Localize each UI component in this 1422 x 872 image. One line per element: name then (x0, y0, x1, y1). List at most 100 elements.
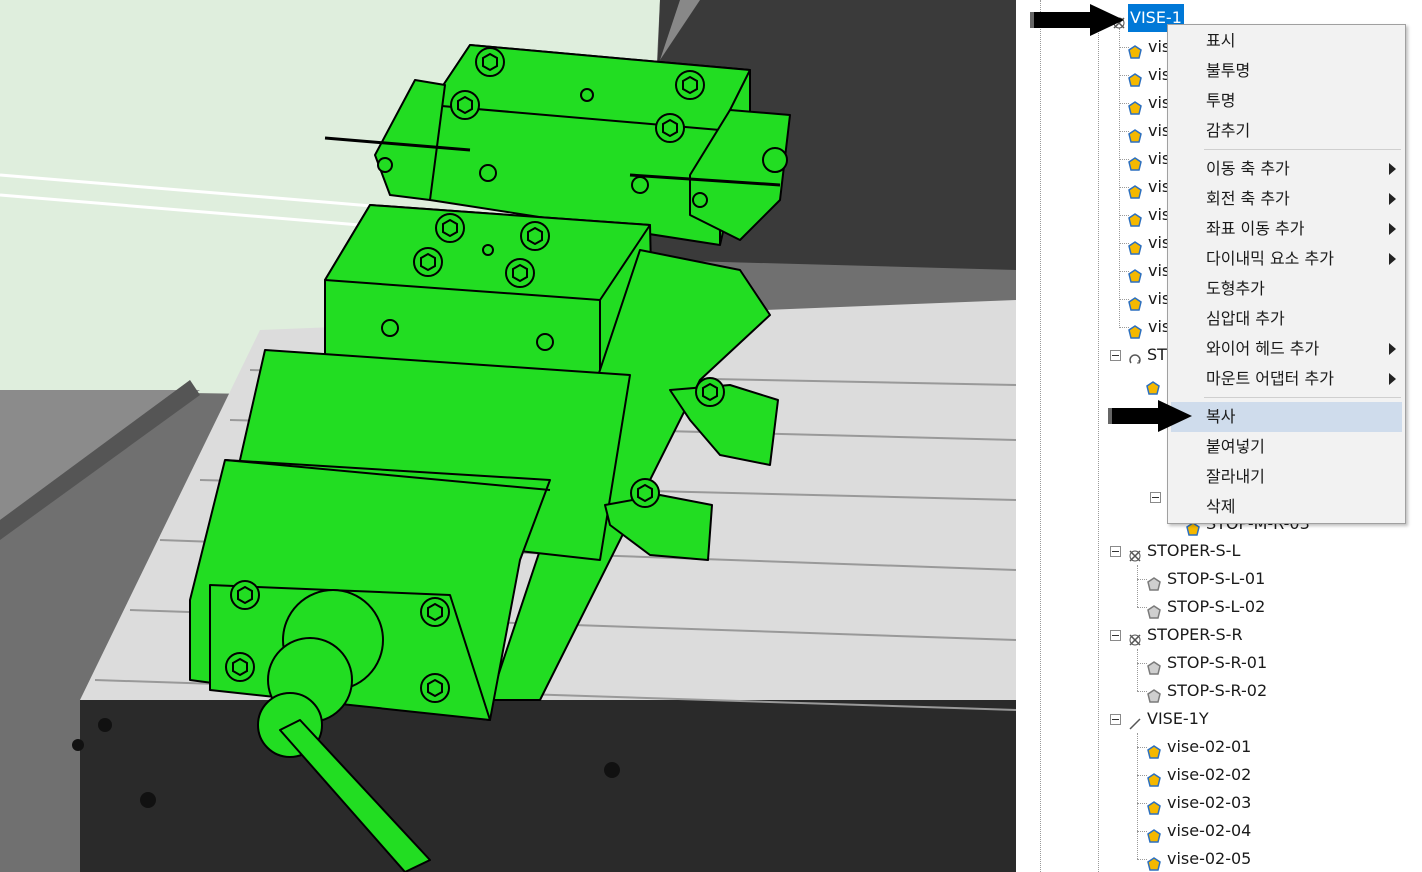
menu-item[interactable]: 불투명 (1171, 56, 1402, 86)
part-icon (1147, 768, 1161, 787)
part-icon (1128, 208, 1142, 227)
part-icon (1128, 96, 1142, 115)
menu-separator (1204, 397, 1401, 398)
tree-node-group-label: VISE-1Y (1147, 709, 1209, 728)
menu-item-label: 좌표 이동 추가 (1206, 219, 1305, 238)
tree-node-group[interactable]: STOPER-S-L (1110, 537, 1310, 565)
part-icon (1147, 656, 1161, 675)
menu-item-label: 감추기 (1206, 121, 1251, 140)
tree-connector (1137, 733, 1138, 859)
tree-node-part[interactable]: vise-02-01 (1147, 733, 1347, 761)
menu-item-label: 투명 (1206, 91, 1236, 110)
tree-node-label: vise-02-01 (1167, 737, 1252, 756)
submenu-arrow-icon (1389, 223, 1396, 235)
collapse-toggle[interactable] (1110, 630, 1121, 641)
tree-connector (1137, 691, 1147, 692)
pointer-arrow-icon (1108, 400, 1192, 432)
menu-item[interactable]: 복사 (1171, 402, 1402, 432)
assembly-link-icon (1128, 628, 1142, 646)
menu-item-label: 심압대 추가 (1206, 309, 1285, 328)
part-icon (1147, 600, 1161, 619)
part-icon (1146, 376, 1160, 395)
collapse-toggle[interactable] (1150, 492, 1161, 503)
menu-item-label: 마운트 어댑터 추가 (1206, 369, 1334, 388)
tree-node-group[interactable]: VISE-1Y (1110, 705, 1310, 733)
tree-node-part[interactable]: vise-02-05 (1147, 845, 1347, 872)
pointer-arrow-icon (1030, 4, 1124, 36)
part-icon (1128, 264, 1142, 283)
menu-item-label: 불투명 (1206, 61, 1251, 80)
menu-item[interactable]: 회전 축 추가 (1171, 184, 1402, 214)
tree-node-part[interactable]: vise-02-03 (1147, 789, 1347, 817)
submenu-arrow-icon (1389, 253, 1396, 265)
tree-connector (1119, 28, 1120, 328)
tree-node-label: vise-02-05 (1167, 849, 1252, 868)
menu-item[interactable]: 좌표 이동 추가 (1171, 214, 1402, 244)
tree-connector (1137, 579, 1147, 580)
tree-node-part[interactable]: vise-02-02 (1147, 761, 1347, 789)
collapse-toggle[interactable] (1110, 546, 1121, 557)
tree-node-label: STOP-S-L-01 (1167, 569, 1266, 588)
tree-node-group-label: STOPER-S-R (1147, 625, 1243, 644)
tree-node-label: vise-02-04 (1167, 821, 1252, 840)
part-icon (1147, 852, 1161, 871)
menu-item[interactable]: 다이내믹 요소 추가 (1171, 244, 1402, 274)
tree-connector (1137, 565, 1138, 607)
submenu-arrow-icon (1389, 373, 1396, 385)
submenu-arrow-icon (1389, 163, 1396, 175)
part-icon (1147, 572, 1161, 591)
tree-connector (1137, 747, 1147, 748)
menu-item[interactable]: 삭제 (1171, 492, 1402, 522)
part-icon (1128, 180, 1142, 199)
menu-item-label: 잘라내기 (1206, 467, 1265, 486)
menu-item[interactable]: 감추기 (1171, 116, 1402, 146)
collapse-toggle[interactable] (1110, 714, 1121, 725)
menu-item[interactable]: 심압대 추가 (1171, 304, 1402, 334)
menu-separator (1204, 149, 1401, 150)
menu-item[interactable]: 도형추가 (1171, 274, 1402, 304)
menu-item[interactable]: 와이어 헤드 추가 (1171, 334, 1402, 364)
menu-item[interactable]: 마운트 어댑터 추가 (1171, 364, 1402, 394)
tree-node-label: STOP-S-R-02 (1167, 681, 1268, 700)
menu-item-label: 회전 축 추가 (1206, 189, 1290, 208)
collapse-toggle[interactable] (1110, 350, 1121, 361)
tree-connector (1137, 803, 1147, 804)
menu-item-label: 표시 (1206, 31, 1236, 50)
tree-node-part[interactable]: STOP-S-L-02 (1147, 593, 1347, 621)
part-icon (1128, 320, 1142, 339)
tree-connector (1137, 859, 1147, 860)
context-menu[interactable]: 표시불투명투명감추기이동 축 추가회전 축 추가좌표 이동 추가다이내믹 요소 … (1167, 24, 1406, 524)
tree-connector (1137, 775, 1147, 776)
tree-connector (1040, 0, 1041, 872)
part-icon (1128, 124, 1142, 143)
tree-node-label: STOP-S-L-02 (1167, 597, 1266, 616)
tree-connector (1137, 607, 1147, 608)
tree-node-label: vise-02-02 (1167, 765, 1252, 784)
menu-item-label: 도형추가 (1206, 279, 1265, 298)
tree-node-part[interactable]: vise-02-04 (1147, 817, 1347, 845)
menu-item-label: 복사 (1206, 407, 1236, 426)
tree-node-part[interactable]: STOP-S-R-01 (1147, 649, 1347, 677)
tree-node-group[interactable]: STOPER-S-R (1110, 621, 1310, 649)
tree-node-label: vise-02-03 (1167, 793, 1252, 812)
tree-node-label: STOP-S-R-01 (1167, 653, 1268, 672)
menu-item[interactable]: 표시 (1171, 26, 1402, 56)
tree-node-part[interactable]: STOP-S-R-02 (1147, 677, 1347, 705)
menu-item-label: 이동 축 추가 (1206, 159, 1290, 178)
tree-node-part[interactable]: STOP-S-L-01 (1147, 565, 1347, 593)
menu-item-label: 다이내믹 요소 추가 (1206, 249, 1334, 268)
menu-item[interactable]: 이동 축 추가 (1171, 154, 1402, 184)
part-icon (1128, 68, 1142, 87)
submenu-arrow-icon (1389, 193, 1396, 205)
assembly-link-icon (1128, 544, 1142, 562)
menu-item-label: 와이어 헤드 추가 (1206, 339, 1320, 358)
rotation-axis-icon (1128, 348, 1142, 364)
3d-viewport[interactable] (0, 0, 1016, 872)
linear-axis-icon (1128, 712, 1142, 730)
menu-item[interactable]: 붙여넣기 (1171, 432, 1402, 462)
menu-item-label: 붙여넣기 (1206, 437, 1265, 456)
vise-model-render (0, 0, 1016, 872)
tree-connector (1137, 649, 1138, 691)
menu-item[interactable]: 투명 (1171, 86, 1402, 116)
menu-item[interactable]: 잘라내기 (1171, 462, 1402, 492)
